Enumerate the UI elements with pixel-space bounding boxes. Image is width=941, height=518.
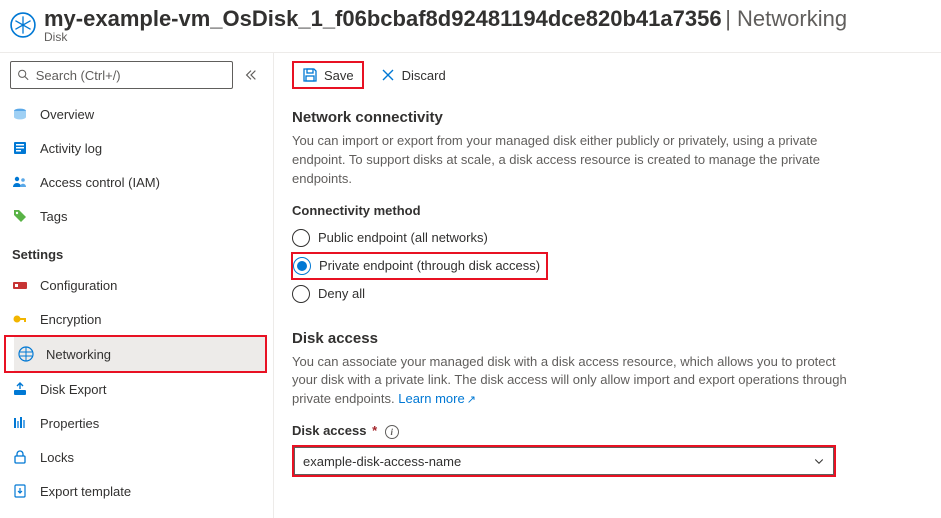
nav-export-template[interactable]: Export template [0,474,273,508]
resource-type: Disk [44,30,925,44]
chevron-double-left-icon [244,68,258,82]
discard-label: Discard [402,68,446,83]
properties-icon [12,415,28,431]
learn-more-link[interactable]: Learn more↗ [398,391,476,406]
resource-title: my-example-vm_OsDisk_1_f06bcbaf8d9248119… [44,6,722,31]
connectivity-method-label: Connectivity method [292,203,923,218]
overview-icon [12,106,28,122]
select-value: example-disk-access-name [303,454,461,469]
nav-label: Configuration [40,278,117,293]
nav-locks[interactable]: Locks [0,440,273,474]
networking-icon [18,346,34,362]
radio-icon [293,257,311,275]
radio-public-endpoint[interactable]: Public endpoint (all networks) [292,224,923,252]
section-disk-access-desc: You can associate your managed disk with… [292,353,852,410]
nav-label: Overview [40,107,94,122]
disk-resource-icon [10,12,36,38]
nav-heading-settings: Settings [0,233,273,268]
nav-label: Activity log [40,141,102,156]
nav-activity-log[interactable]: Activity log [0,131,273,165]
discard-button[interactable]: Discard [372,63,454,87]
nav-disk-export[interactable]: Disk Export [0,372,273,406]
save-icon [302,67,318,83]
main-content: Save Discard Network connectivity You ca… [274,53,941,518]
nav-encryption[interactable]: Encryption [0,302,273,336]
blade-section: | Networking [725,6,847,31]
close-icon [380,67,396,83]
nav-label: Disk Export [40,382,106,397]
info-icon[interactable]: i [385,425,399,439]
save-button[interactable]: Save [292,61,364,89]
save-label: Save [324,68,354,83]
section-network-connectivity-title: Network connectivity [292,109,923,126]
nav-iam[interactable]: Access control (IAM) [0,165,273,199]
nav-label: Properties [40,416,99,431]
nav-label: Locks [40,450,74,465]
iam-icon [12,174,28,190]
search-input[interactable] [36,68,226,83]
radio-icon [292,285,310,303]
radio-label: Public endpoint (all networks) [318,230,488,245]
disk-access-select[interactable]: example-disk-access-name [294,447,834,475]
sidebar: Overview Activity log Access control (IA… [0,53,274,518]
radio-icon [292,229,310,247]
nav-networking[interactable]: Networking [14,337,265,371]
external-link-icon: ↗ [467,394,476,406]
radio-label: Deny all [318,286,365,301]
collapse-sidebar-button[interactable] [239,63,263,87]
page-header: my-example-vm_OsDisk_1_f06bcbaf8d9248119… [0,0,941,53]
nav-configuration[interactable]: Configuration [0,268,273,302]
chevron-down-icon [813,455,825,467]
disk-export-icon [12,381,28,397]
toolbar: Save Discard [292,53,923,97]
radio-label: Private endpoint (through disk access) [319,258,540,273]
radio-deny-all[interactable]: Deny all [292,280,923,308]
disk-access-field-label: Disk access * i [292,423,923,439]
connectivity-method-group: Public endpoint (all networks) Private e… [292,224,923,308]
nav-label: Export template [40,484,131,499]
nav-properties[interactable]: Properties [0,406,273,440]
nav-label: Networking [46,347,111,362]
lock-icon [12,449,28,465]
configuration-icon [12,277,28,293]
radio-private-endpoint[interactable]: Private endpoint (through disk access) [291,252,548,280]
nav-label: Encryption [40,312,101,327]
nav-tags[interactable]: Tags [0,199,273,233]
section-disk-access-title: Disk access [292,330,923,347]
nav-label: Access control (IAM) [40,175,160,190]
tags-icon [12,208,28,224]
search-icon [17,68,30,82]
nav-label: Tags [40,209,67,224]
sidebar-search[interactable] [10,61,233,89]
encryption-icon [12,311,28,327]
section-network-connectivity-desc: You can import or export from your manag… [292,132,852,189]
required-indicator: * [368,423,377,438]
nav-overview[interactable]: Overview [0,97,273,131]
export-template-icon [12,483,28,499]
activity-log-icon [12,140,28,156]
